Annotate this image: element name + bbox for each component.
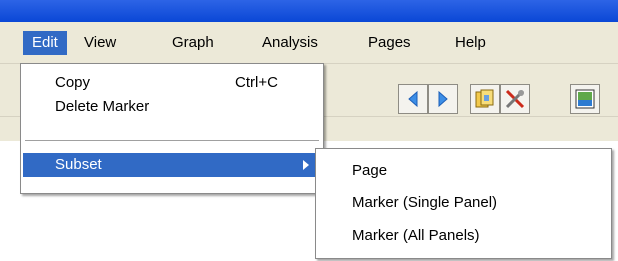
submenu-arrow-icon [303,160,309,170]
menu-item-subset-label: Subset [55,156,102,173]
subset-submenu: Page Marker (Single Panel) Marker (All P… [315,148,612,259]
page-copy-button[interactable] [470,84,500,114]
title-bar [0,0,618,22]
prev-arrow-icon [408,90,418,108]
menu-item-copy-label: Copy [55,74,91,91]
menu-item-delete-marker-label: Delete Marker [55,98,150,115]
menu-view[interactable]: View [75,31,125,55]
menu-item-subset[interactable]: Subset [23,153,321,177]
submenu-item-marker-single[interactable]: Marker (Single Panel) [318,190,609,216]
menu-item-delete-marker[interactable]: Delete Marker [23,95,321,119]
next-button[interactable] [428,84,458,114]
picture-button[interactable] [570,84,600,114]
prev-button[interactable] [398,84,428,114]
picture-icon [575,89,595,109]
menu-edit[interactable]: Edit [23,31,67,55]
submenu-item-page[interactable]: Page [318,158,609,184]
settings-button[interactable] [500,84,530,114]
settings-tools-icon [505,89,525,109]
submenu-item-marker-all[interactable]: Marker (All Panels) [318,223,609,249]
page-copy-icon [475,89,494,108]
menu-help[interactable]: Help [446,31,495,55]
submenu-item-page-label: Page [352,162,388,179]
menu-item-copy-shortcut: Ctrl+C [235,74,278,91]
menu-pages[interactable]: Pages [359,31,420,55]
menu-item-copy[interactable]: Copy Ctrl+C [23,71,321,95]
submenu-item-marker-all-label: Marker (All Panels) [352,227,480,244]
edit-menu: Copy Ctrl+C Delete Marker Subset [20,63,324,194]
next-arrow-icon [438,90,448,108]
menu-graph[interactable]: Graph [163,31,223,55]
menu-separator [25,140,319,141]
menu-bar: Edit View Graph Analysis Pages Help [0,22,618,64]
submenu-item-marker-single-label: Marker (Single Panel) [352,194,498,211]
menu-analysis[interactable]: Analysis [253,31,327,55]
